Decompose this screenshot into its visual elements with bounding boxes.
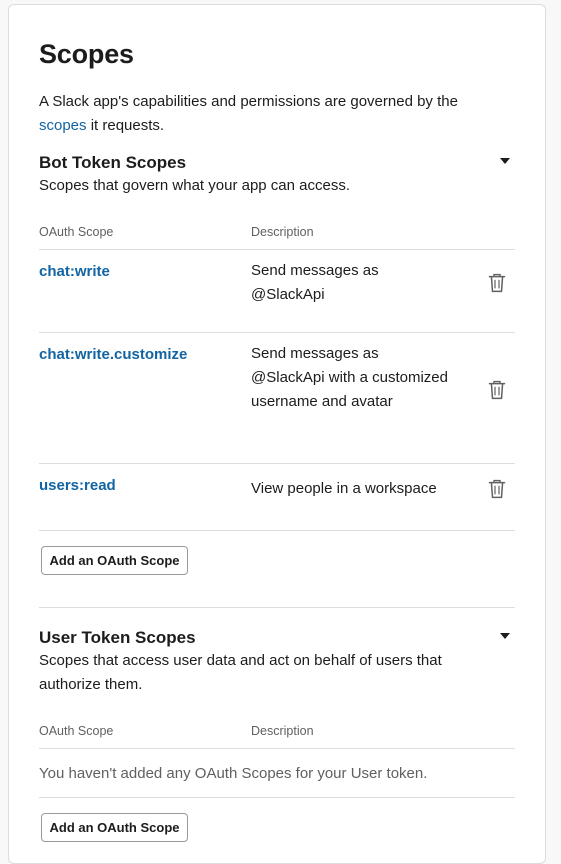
bot-scopes-description: Scopes that govern what your app can acc… [39,177,351,194]
trash-icon[interactable] [488,380,506,400]
bot-scopes-collapse-caret-icon[interactable] [500,158,510,164]
bot-scopes-title: Bot Token Scopes [39,153,187,172]
section-divider [39,607,515,608]
intro-text: A Slack app's capabilities and permissio… [39,90,499,138]
scopes-link[interactable]: scopes [39,117,87,134]
bot-header-divider [39,249,515,250]
scope-description: Send messages as @SlackApi [251,262,379,303]
user-add-oauth-scope-button[interactable]: Add an OAuth Scope [41,813,188,842]
trash-icon[interactable] [488,273,506,293]
row-divider [39,463,515,464]
scope-name[interactable]: users:read [39,477,116,494]
trash-icon[interactable] [488,479,506,499]
scope-name[interactable]: chat:write [39,263,110,280]
intro-text-start: A Slack app's capabilities and permissio… [39,93,458,110]
scope-description: View people in a workspace [251,480,437,497]
scope-name[interactable]: chat:write.customize [39,346,187,363]
bot-col-description: Description [251,225,314,239]
user-scopes-collapse-caret-icon[interactable] [500,633,510,639]
row-divider [39,797,515,798]
user-scopes-title: User Token Scopes [39,628,196,647]
scopes-card: Scopes A Slack app's capabilities and pe… [8,4,546,864]
scope-description: Send messages as @SlackApi with a custom… [251,345,448,410]
user-scopes-empty-message: You haven't added any OAuth Scopes for y… [39,765,428,782]
user-col-oauth-scope: OAuth Scope [39,724,114,738]
bot-col-oauth-scope: OAuth Scope [39,225,114,239]
user-scopes-description: Scopes that access user data and act on … [39,652,442,693]
bot-add-oauth-scope-button[interactable]: Add an OAuth Scope [41,546,188,575]
user-header-divider [39,748,515,749]
row-divider [39,530,515,531]
row-divider [39,332,515,333]
page-title: Scopes [39,39,134,69]
user-col-description: Description [251,724,314,738]
intro-text-end: it requests. [86,117,165,134]
